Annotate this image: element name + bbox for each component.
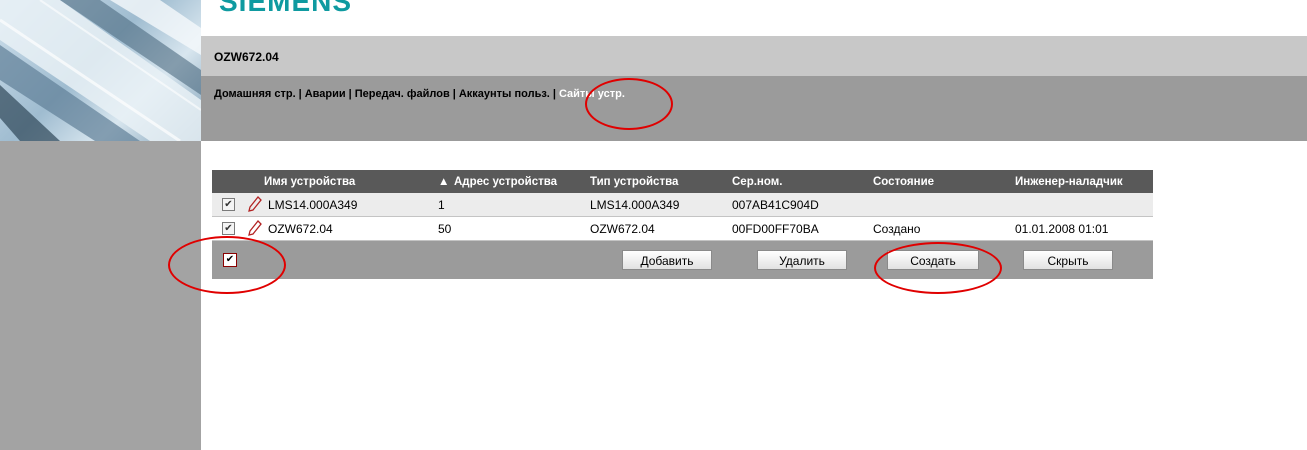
delete-button[interactable]: Удалить (757, 250, 847, 270)
nav-separator: | (452, 88, 456, 100)
table-row[interactable]: ✔ LMS14.000A349 1 LMS14.000A349 007AB41C… (212, 193, 1153, 217)
col-header-engineer[interactable]: Инженер-наладчик (1015, 176, 1123, 188)
cell-device-type: OZW672.04 (590, 222, 655, 236)
brand-bar: SIEMENS (201, 0, 1307, 36)
add-button[interactable]: Добавить (622, 250, 712, 270)
device-title: OZW672.04 (214, 50, 279, 64)
nav-item-user-accounts[interactable]: Аккаунты польз. (459, 88, 550, 100)
table-row[interactable]: ✔ OZW672.04 50 OZW672.04 00FD00FF70BA Со… (212, 217, 1153, 241)
cell-engineer: 01.01.2008 01:01 (1015, 222, 1109, 236)
nav-separator: | (552, 88, 556, 100)
cell-device-type: LMS14.000A349 (590, 198, 680, 212)
pencil-icon[interactable] (248, 220, 262, 236)
nav-separator: | (348, 88, 352, 100)
col-header-device-type[interactable]: Тип устройства (590, 176, 678, 188)
cell-device-name: LMS14.000A349 (268, 198, 358, 212)
col-header-serial[interactable]: Сер.ном. (732, 176, 782, 188)
device-title-bar: OZW672.04 (201, 36, 1307, 76)
row-checkbox[interactable]: ✔ (222, 222, 235, 235)
siemens-logo: SIEMENS (219, 0, 353, 17)
select-all-checkbox[interactable]: ✔ (223, 253, 237, 267)
nav-bar: Домашняя стр. | Аварии | Передач. файлов | Акк… (201, 76, 1307, 141)
building-header-image (0, 0, 201, 141)
hide-button[interactable]: Скрыть (1023, 250, 1113, 270)
col-header-device-address[interactable]: Адрес устройства (454, 176, 557, 188)
cell-state: Создано (873, 222, 921, 236)
cell-serial: 007AB41C904D (732, 198, 819, 212)
table-header: Имя устройства ▲ Адрес устройства Тип ус… (212, 170, 1153, 193)
cell-serial: 00FD00FF70BA (732, 222, 819, 236)
device-table: Имя устройства ▲ Адрес устройства Тип ус… (212, 170, 1153, 279)
col-header-state[interactable]: Состояние (873, 176, 934, 188)
sort-ascending-icon: ▲ (438, 176, 450, 188)
row-checkbox[interactable]: ✔ (222, 198, 235, 211)
nav-item-file-transfer[interactable]: Передач. файлов (355, 88, 450, 100)
nav-item-home[interactable]: Домашняя стр. (214, 88, 296, 100)
nav-item-device-sites[interactable]: Сайты устр. (559, 88, 625, 100)
nav-separator: | (298, 88, 302, 100)
col-header-device-name[interactable]: Имя устройства (264, 176, 355, 188)
create-button[interactable]: Создать (887, 250, 979, 270)
action-bar: ✔ Добавить Удалить Создать Скрыть (212, 241, 1153, 279)
nav-item-alarms[interactable]: Аварии (305, 88, 346, 100)
pencil-icon[interactable] (248, 196, 262, 212)
main-nav: Домашняя стр. | Аварии | Передач. файлов | Акк… (214, 88, 625, 100)
cell-device-address: 1 (438, 198, 445, 212)
cell-device-address: 50 (438, 222, 452, 236)
cell-device-name: OZW672.04 (268, 222, 333, 236)
